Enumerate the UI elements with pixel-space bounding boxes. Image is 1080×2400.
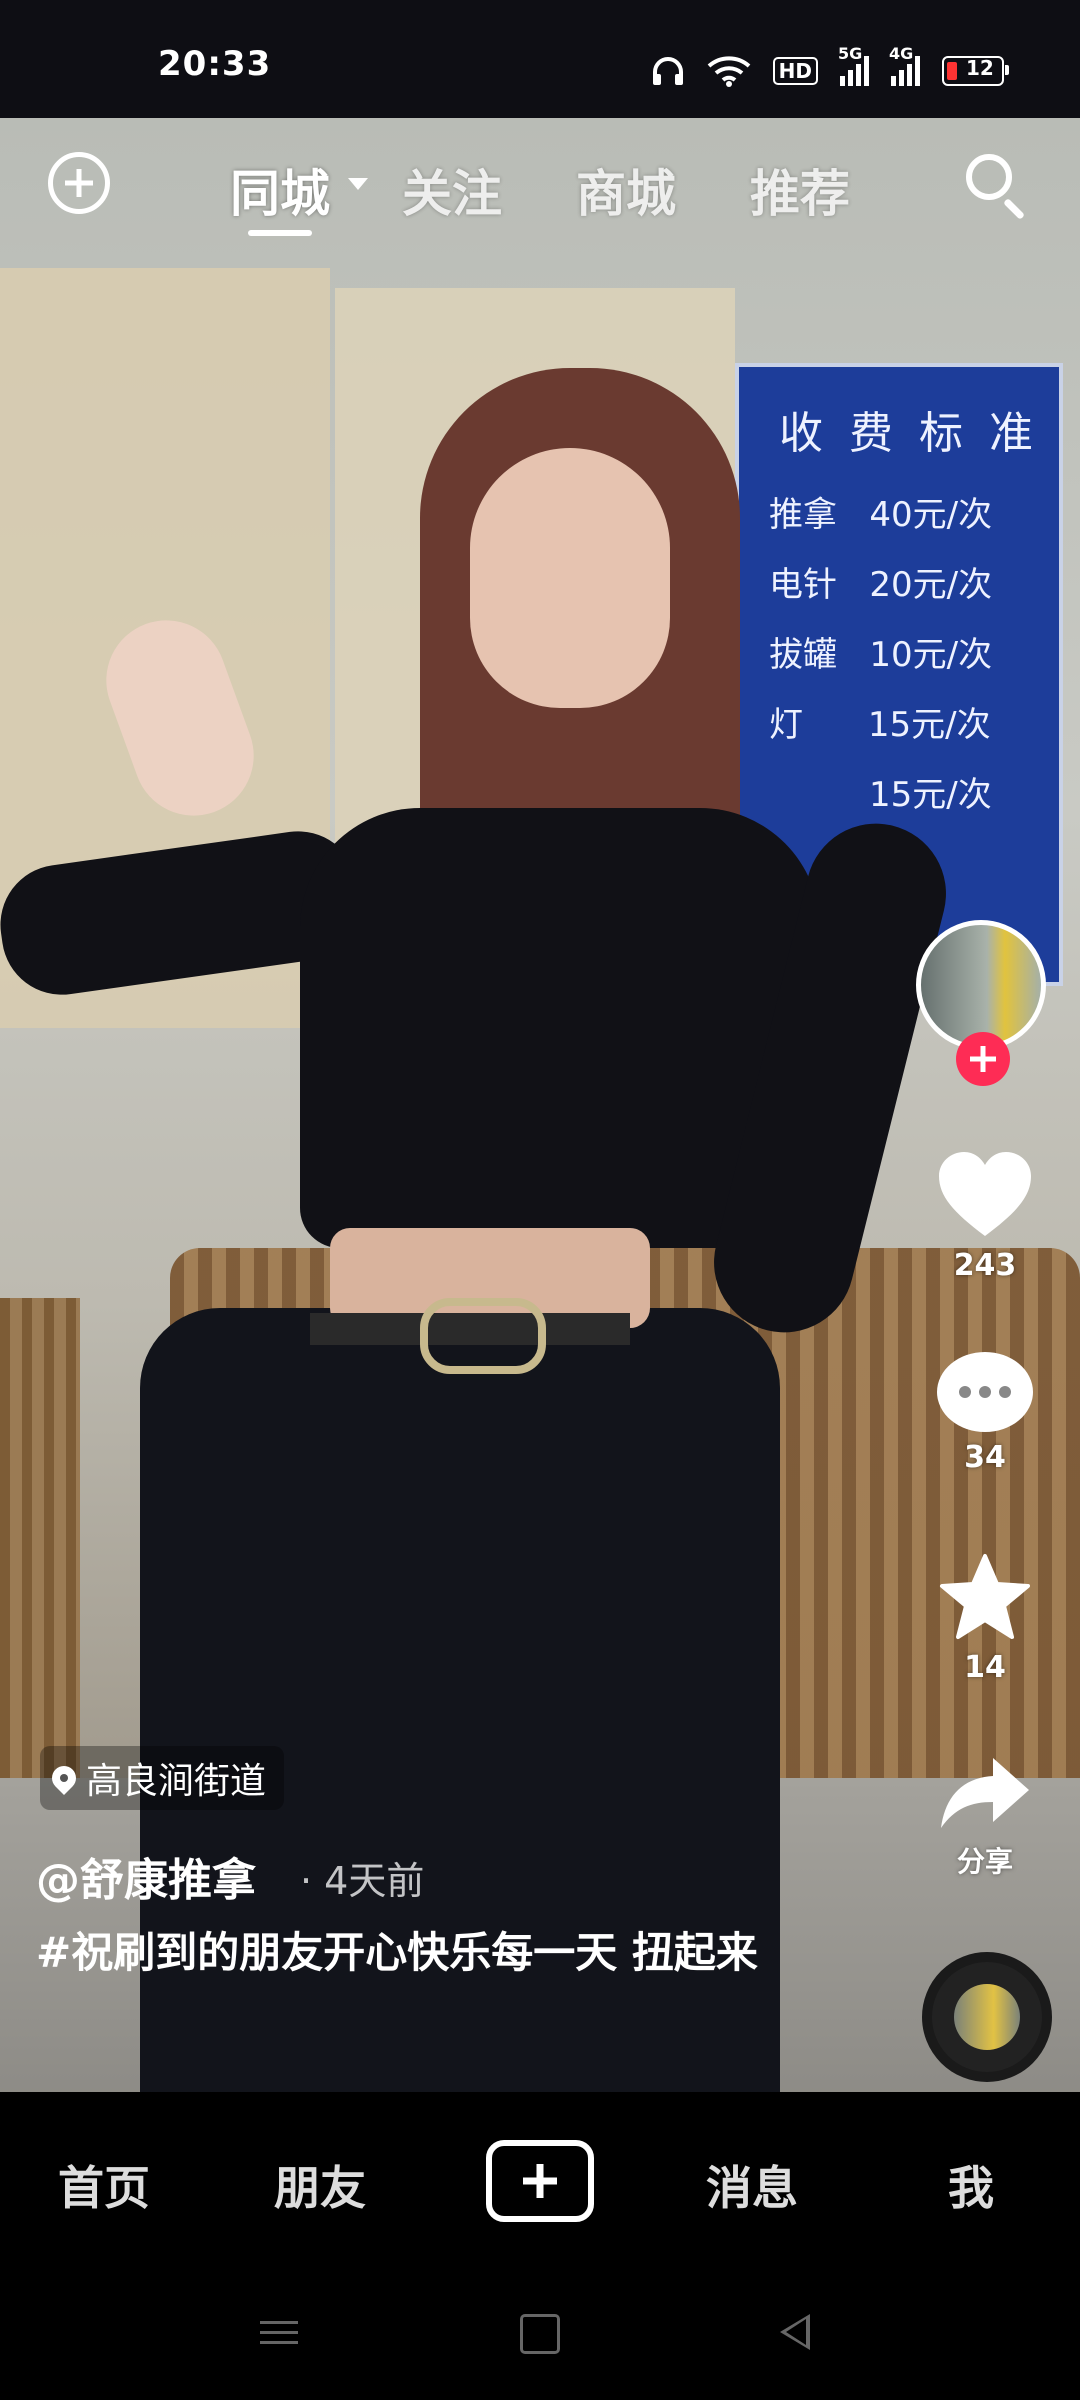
star-icon [940,1554,1030,1639]
active-tab-indicator [248,230,312,236]
author-avatar[interactable] [916,920,1046,1050]
location-label: 高良涧街道 [86,1761,267,1802]
tab-mall[interactable]: 商城 [576,154,676,226]
back-icon[interactable] [780,2314,810,2350]
favorite-count: 14 [964,1650,1006,1685]
tab-recommended[interactable]: 推荐 [750,154,850,226]
like-button[interactable]: 243 [910,1150,1060,1283]
post-time: · 4天前 [300,1859,425,1903]
video-description[interactable]: #祝刷到的朋友开心快乐每一天 扭起来 [36,1920,776,1986]
tab-local[interactable]: 同城 [230,154,330,226]
tab-following[interactable]: 关注 [402,154,502,226]
nav-friends[interactable]: 朋友 [274,2152,366,2218]
nav-messages[interactable]: 消息 [706,2152,798,2218]
comment-count: 34 [964,1440,1006,1475]
wifi-icon [707,56,750,87]
create-icon[interactable] [486,2140,594,2222]
signal-4g-icon: 4G [889,44,920,86]
share-label: 分享 [956,1845,1013,1878]
comment-icon [937,1352,1033,1432]
bottom-nav: 首页 朋友 消息 我 [0,2092,1080,2270]
battery-level: 12 [966,56,994,80]
music-disc[interactable] [922,1952,1052,2082]
status-icons: HD 5G 4G 12 [651,44,1009,94]
battery-icon: 12 [942,56,1009,86]
location-tag[interactable]: 高良涧街道 [40,1746,285,1810]
favorite-button[interactable]: 14 [910,1552,1060,1685]
headphones-icon [652,57,683,85]
heart-icon [939,1152,1031,1236]
follow-plus-icon[interactable] [956,1032,1010,1086]
home-icon[interactable] [520,2314,560,2354]
nav-me[interactable]: 我 [948,2152,994,2218]
location-pin-icon [47,1761,81,1795]
nav-home[interactable]: 首页 [58,2152,150,2218]
plus-icon[interactable] [48,152,110,214]
top-nav: 同城 关注 商城 推荐 [0,118,1080,258]
status-bar: 20:33 HD 5G 4G 12 [0,0,1080,118]
like-count: 243 [953,1248,1017,1283]
share-button[interactable]: 分享 [910,1752,1060,1880]
system-nav-bar [0,2270,1080,2400]
share-icon [941,1758,1029,1828]
hd-voice-icon: HD [772,57,818,85]
comment-button[interactable]: 34 [910,1352,1060,1475]
search-icon[interactable] [966,154,1032,220]
dropdown-icon[interactable] [348,178,368,190]
author-name[interactable]: @舒康推拿 [36,1844,256,1908]
status-time: 20:33 [158,44,272,84]
menu-icon[interactable] [260,2314,298,2351]
signal-5g-icon: 5G [838,44,869,86]
